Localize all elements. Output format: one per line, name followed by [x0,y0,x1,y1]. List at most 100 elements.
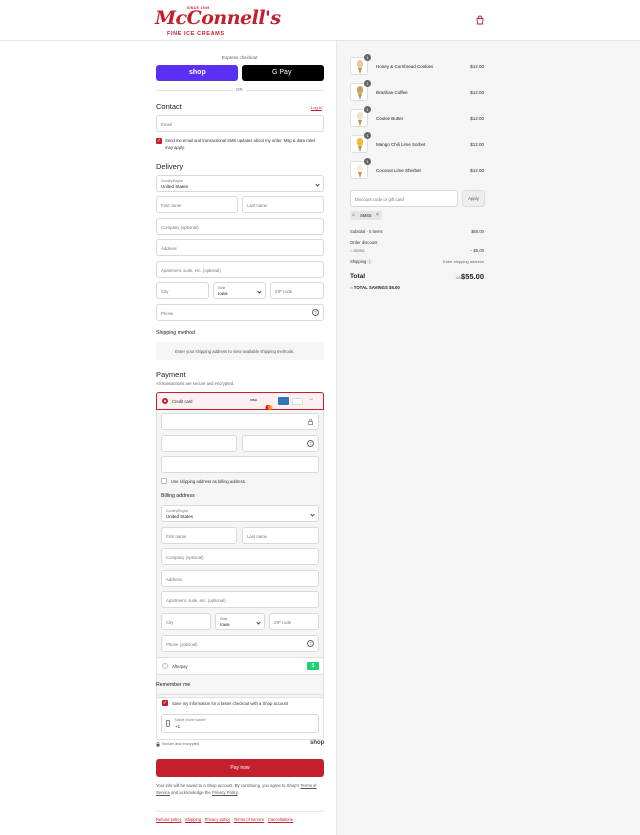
discount-value: − $5.00 [469,248,484,253]
product-name: Coconut Lime Sherbet [376,168,421,173]
express-checkout-title: Express checkout [222,55,258,60]
afterpay-option[interactable]: Afterpay $ [156,657,324,675]
order-discount-label: Order discount [350,240,378,245]
brand-logo[interactable]: SINCE 1949 McConnell's FINE ICE CREAMS [155,6,281,37]
save-info-checkbox[interactable]: ✓ [162,700,168,706]
shop-logo: shop [310,740,325,746]
refund-policy-link[interactable]: Refund policy [156,817,181,822]
city-field[interactable]: City [156,282,209,299]
terms-of-service-link[interactable]: Terms of service [234,817,264,822]
help-icon[interactable]: ? [307,640,314,647]
use-shipping-label: Use shipping address as billing address. [171,479,246,484]
product-name: Brazilian Coffee [376,90,408,95]
legal-text: Your info will be saved to a Shop accoun… [156,783,317,795]
product-price: $12.00 [470,90,484,95]
company-field[interactable]: Company (optional) [156,218,324,235]
marketing-label: Send me email and transactional SMS upda… [165,138,316,150]
total-savings: ⌂ TOTAL SAVINGS $5.00 [350,285,400,290]
shopping-bag-icon[interactable] [475,15,485,25]
billing-address-field[interactable]: Address [161,570,319,587]
discount-code-label: ⌂ SMS5 [350,248,365,253]
product-price: $12.00 [470,116,484,121]
close-icon[interactable]: × [376,212,379,218]
quantity-badge: 1 [364,54,371,61]
shipping-label: Shipping ⓘ [350,259,372,264]
amex-icon [278,397,289,405]
help-icon[interactable]: ? [307,440,314,447]
billing-first-name-field[interactable]: First name [161,527,237,544]
discount-tag: ⌂ SMS5 × [350,211,382,220]
quantity-badge: 1 [364,132,371,139]
pay-now-button[interactable]: Pay now [156,759,324,777]
zip-field[interactable]: ZIP code [270,282,324,299]
mastercard-icon [264,398,274,410]
delivery-heading: Delivery [156,162,184,171]
shipping-value: Enter shipping address [443,259,484,264]
total-value: $55.00 [461,272,484,281]
google-pay-button[interactable]: G Pay [242,65,324,81]
billing-state-select[interactable]: State Iowa [215,613,265,630]
discover-icon [292,398,303,405]
subtotal-label: Subtotal · 5 items [350,229,383,234]
billing-zip-field[interactable]: ZIP code [269,613,319,630]
lock-icon [156,742,160,747]
last-name-field[interactable]: Last name [242,196,324,213]
logo-tagline: FINE ICE CREAMS [167,31,225,37]
billing-country-select[interactable]: Country/Region United States [161,505,319,522]
payment-heading: Payment [156,370,186,379]
shipping-link[interactable]: Shipping [185,817,201,822]
contact-heading: Contact [156,102,182,111]
secure-label: Secure and encrypted [162,742,200,746]
total-label: Total [350,273,366,280]
billing-phone-field[interactable]: Phone (optional) ? [161,635,319,652]
shipping-notice: Enter your shipping address to view avai… [156,342,324,360]
or-separator: OR [233,87,246,92]
use-shipping-checkbox[interactable] [161,478,167,484]
radio-unselected[interactable] [162,663,168,669]
marketing-checkbox[interactable]: ✓ [156,138,162,144]
privacy-policy-link[interactable]: Privacy policy [205,817,231,822]
billing-company-field[interactable]: Company (optional) [161,548,319,565]
radio-selected[interactable] [162,398,168,404]
email-field[interactable]: Email [156,115,324,132]
site-header: SINCE 1949 McConnell's FINE ICE CREAMS [0,0,640,41]
security-code-field[interactable]: ? [242,435,319,452]
apply-button[interactable]: Apply [462,190,485,207]
product-price: $12.00 [470,168,484,173]
mobile-phone-field[interactable]: Mobile phone number +1 [161,714,319,733]
cancellations-link[interactable]: Cancellations [268,817,293,822]
billing-last-name-field[interactable]: Last name [242,527,319,544]
quantity-badge: 1 [364,106,371,113]
address-field[interactable]: Address [156,239,324,256]
chevron-down-icon [256,620,261,625]
first-name-field[interactable]: First name [156,196,238,213]
phone-field[interactable]: Phone ? [156,304,324,321]
footer-links: Refund policy Shipping Privacy policy Te… [156,817,293,822]
expiration-field[interactable] [161,435,237,452]
quantity-badge: 1 [364,158,371,165]
shipping-method-heading: Shipping method [156,330,195,336]
tag-icon: ⌂ [352,212,356,218]
login-link[interactable]: Log in [311,105,322,110]
help-icon: ⓘ [367,259,372,264]
billing-city-field[interactable]: City [161,613,211,630]
credit-card-option[interactable]: Credit card VISA → [156,392,324,410]
afterpay-logo-icon: $ [307,662,319,670]
order-summary: 1 Honey & Cornbread Cookies $12.00 1 Bra… [336,41,640,835]
product-name: Mango Chili Lime Sorbet [376,142,426,147]
product-name: Honey & Cornbread Cookies [376,64,434,69]
mobile-phone-icon [166,720,170,727]
card-number-field[interactable] [161,413,319,430]
apartment-field[interactable]: Apartment, suite, etc. (optional) [156,261,324,278]
shop-pay-button[interactable]: shop [156,65,238,81]
privacy-link[interactable]: Privacy Policy [212,790,238,795]
chevron-down-icon [315,182,320,187]
name-on-card-field[interactable] [161,456,319,473]
more-cards-icon: → [308,396,314,402]
country-select[interactable]: Country/Region United States [156,175,324,192]
billing-apartment-field[interactable]: Apartment, suite, etc. (optional) [161,591,319,608]
help-icon[interactable]: ? [312,309,319,316]
discount-code-field[interactable]: Discount code or gift card [350,190,458,207]
product-price: $12.00 [470,64,484,69]
state-select[interactable]: State Iowa [213,282,266,299]
